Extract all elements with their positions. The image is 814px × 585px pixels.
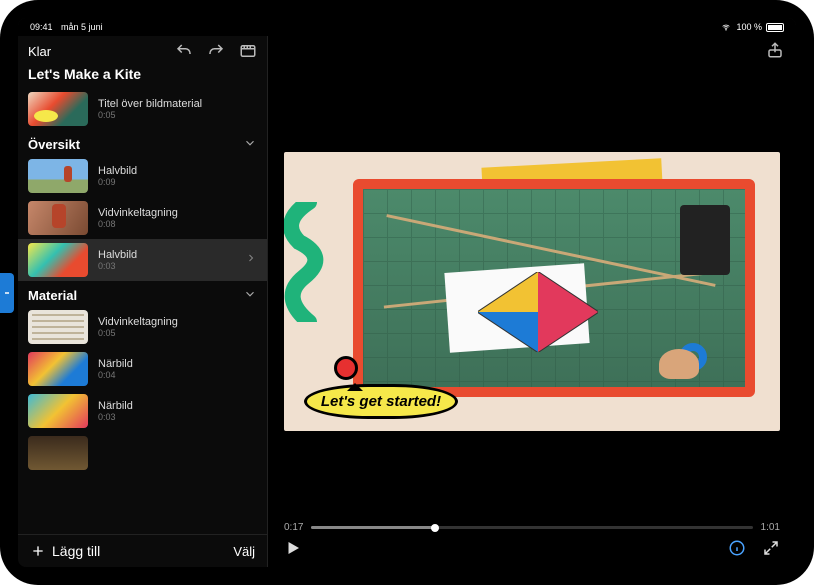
status-bar: 09:41 mån 5 juni 100 % [18, 18, 796, 36]
clip-row[interactable]: Vidvinkeltagning 0:08 [18, 197, 267, 239]
project-title: Let's Make a Kite [18, 62, 267, 88]
clip-thumb [28, 352, 88, 386]
clip-thumb [28, 243, 88, 277]
play-button[interactable] [284, 539, 302, 557]
clip-row[interactable]: Närbild 0:04 [18, 348, 267, 390]
total-time: 1:01 [761, 522, 780, 533]
sidebar-bottom-bar: Lägg till Välj [18, 534, 267, 567]
clip-duration: 0:04 [98, 370, 133, 380]
undo-button[interactable] [175, 42, 193, 60]
app: Klar Let's Make a Kite Titel över bildma… [18, 36, 796, 567]
clip-row[interactable]: Vidvinkeltagning 0:05 [18, 306, 267, 348]
clip-thumb [28, 159, 88, 193]
share-button[interactable] [766, 41, 784, 59]
clip-label: Närbild [98, 358, 133, 370]
fullscreen-button[interactable] [762, 539, 780, 557]
clip-thumb [28, 92, 88, 126]
video-frame [353, 179, 755, 397]
wifi-icon [720, 23, 732, 32]
redo-button[interactable] [207, 42, 225, 60]
battery-icon [766, 23, 784, 32]
decor-squiggle [284, 202, 349, 322]
clip-row-selected[interactable]: Halvbild 0:03 [18, 239, 267, 281]
clip-duration: 0:03 [98, 261, 137, 271]
scrubber[interactable] [311, 526, 752, 529]
storyboard-button[interactable] [239, 42, 257, 60]
add-button[interactable]: Lägg till [30, 543, 100, 559]
clip-duration: 0:09 [98, 177, 137, 187]
done-button[interactable]: Klar [28, 44, 51, 59]
ipad-frame: 09:41 mån 5 juni 100 % Klar [0, 0, 814, 585]
sidebar-handle[interactable] [0, 273, 14, 313]
clip-label: Vidvinkeltagning [98, 316, 178, 328]
clip-label: Närbild [98, 400, 133, 412]
info-button[interactable] [728, 539, 746, 557]
clip-row[interactable] [18, 432, 267, 474]
clip-thumb [28, 310, 88, 344]
player-controls: 0:17 1:01 [268, 518, 796, 567]
clip-thumb [28, 436, 88, 470]
status-time: 09:41 [30, 22, 53, 32]
chevron-right-icon [245, 251, 257, 269]
video-viewer[interactable]: Let's get started! [284, 152, 780, 431]
clip-duration: 0:05 [98, 110, 202, 120]
clip-duration: 0:05 [98, 328, 178, 338]
clip-label: Halvbild [98, 249, 137, 261]
chevron-down-icon [243, 136, 257, 153]
clip-thumb [28, 201, 88, 235]
select-button[interactable]: Välj [233, 544, 255, 559]
preview-area: Let's get started! 0:17 1:01 [268, 36, 796, 567]
sidebar: Klar Let's Make a Kite Titel över bildma… [18, 36, 268, 567]
clip-thumb [28, 394, 88, 428]
clip-duration: 0:08 [98, 219, 178, 229]
clip-row[interactable]: Halvbild 0:09 [18, 155, 267, 197]
clip-duration: 0:03 [98, 412, 133, 422]
speech-bubble: Let's get started! [304, 384, 458, 419]
section-heading: Översikt [28, 137, 80, 152]
section-material[interactable]: Material [18, 281, 267, 306]
clip-label: Titel över bildmaterial [98, 98, 202, 110]
sidebar-toolbar: Klar [18, 36, 267, 62]
battery-text: 100 % [736, 22, 762, 32]
section-oversikt[interactable]: Översikt [18, 130, 267, 155]
clip-row[interactable]: Närbild 0:03 [18, 390, 267, 432]
screen: 09:41 mån 5 juni 100 % Klar [18, 18, 796, 567]
title-clip-row[interactable]: Titel över bildmaterial 0:05 [18, 88, 267, 130]
current-time: 0:17 [284, 522, 303, 533]
section-heading: Material [28, 288, 77, 303]
clip-label: Halvbild [98, 165, 137, 177]
clip-label: Vidvinkeltagning [98, 207, 178, 219]
add-label: Lägg till [52, 543, 100, 559]
plus-icon [30, 543, 46, 559]
clip-list: Titel över bildmaterial 0:05 Översikt Ha… [18, 88, 267, 534]
status-left: 09:41 mån 5 juni [30, 22, 103, 32]
chevron-down-icon [243, 287, 257, 304]
status-date: mån 5 juni [61, 22, 103, 32]
